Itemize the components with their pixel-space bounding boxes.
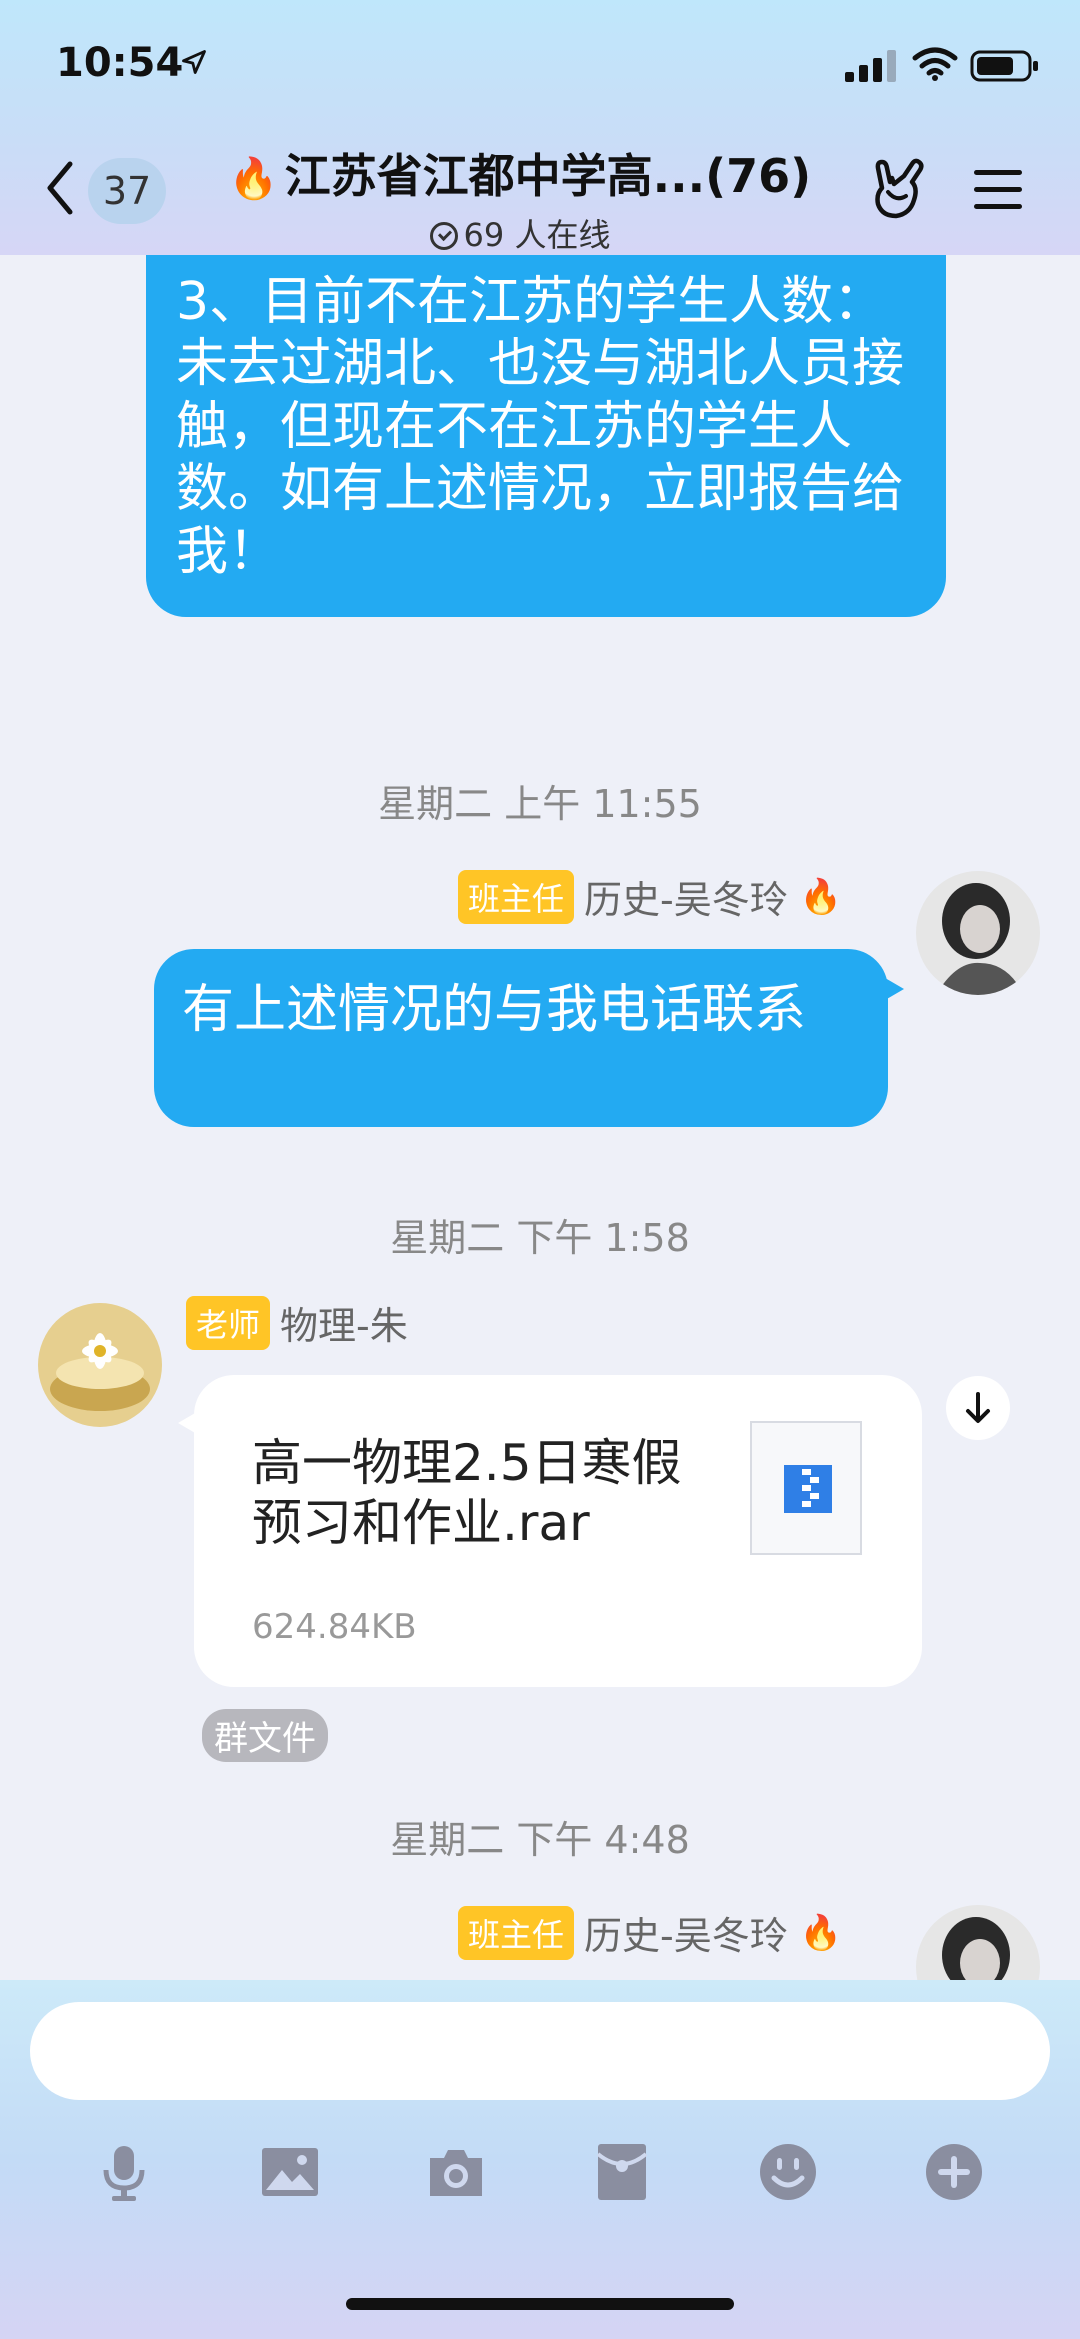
message-text-2: 有上述情况的与我电话联系 bbox=[182, 980, 807, 1040]
rar-file-icon bbox=[750, 1421, 862, 1555]
download-button[interactable] bbox=[946, 1376, 1010, 1440]
red-packet-icon[interactable] bbox=[590, 2140, 654, 2204]
timestamp-1: 星期二 上午 11:55 bbox=[378, 782, 702, 826]
avatar-zhu[interactable] bbox=[38, 1303, 162, 1427]
fire-icon: 🔥 bbox=[799, 1912, 843, 1953]
timestamp-3: 星期二 下午 4:48 bbox=[390, 1818, 690, 1862]
avatar-wu[interactable] bbox=[916, 871, 1040, 995]
file-message-card[interactable]: 高一物理2.5日寒假预习和作业.rar 624.84KB bbox=[178, 1375, 922, 1687]
input-bar bbox=[0, 1980, 1080, 2339]
role-tag-4: 班主任 bbox=[458, 1905, 575, 1960]
group-file-badge: 群文件 bbox=[202, 1709, 328, 1762]
message-bubble-2[interactable]: 有上述情况的与我电话联系 bbox=[154, 949, 904, 1127]
role-tag-2: 班主任 bbox=[458, 869, 575, 924]
signal-icon bbox=[845, 50, 896, 82]
location-arrow-icon bbox=[182, 50, 206, 74]
emoji-icon[interactable] bbox=[756, 2140, 820, 2204]
file-name: 高一物理2.5日寒假预习和作业.rar bbox=[252, 1434, 682, 1552]
online-count: 69 人在线 bbox=[200, 210, 840, 256]
online-count-text: 69 人在线 bbox=[463, 216, 611, 254]
sender-row-2: 班主任 历史-吴冬玲 🔥 bbox=[458, 869, 842, 924]
message-input[interactable] bbox=[30, 2002, 1050, 2100]
group-title-text: 江苏省江都中学高...(76) bbox=[284, 149, 812, 203]
sender-row-3: 老师 物理-朱 bbox=[186, 1295, 408, 1350]
avatar-wu-2[interactable] bbox=[916, 1905, 1040, 1980]
message-bubble-1[interactable]: 3、目前不在江苏的学生人数：未去过湖北、也没与湖北人员接触，但现在不在江苏的学生… bbox=[146, 255, 946, 617]
status-time: 10:54 bbox=[56, 40, 184, 86]
fire-icon: 🔥 bbox=[228, 156, 279, 202]
hand-gesture-icon[interactable] bbox=[868, 158, 928, 220]
unread-count-badge[interactable]: 37 bbox=[88, 158, 166, 224]
microphone-icon[interactable] bbox=[92, 2140, 156, 2204]
sender-name-3[interactable]: 物理-朱 bbox=[280, 1295, 408, 1350]
wifi-icon bbox=[912, 47, 958, 81]
image-icon[interactable] bbox=[258, 2140, 322, 2204]
sender-row-4: 班主任 历史-吴冬玲 🔥 bbox=[458, 1905, 842, 1960]
fire-icon: 🔥 bbox=[799, 876, 843, 917]
home-indicator[interactable] bbox=[346, 2298, 734, 2310]
sender-name-2[interactable]: 历史-吴冬玲 bbox=[584, 869, 788, 924]
plus-icon[interactable] bbox=[922, 2140, 986, 2204]
group-title: 🔥 江苏省江都中学高...(76) bbox=[200, 140, 840, 206]
online-check-icon bbox=[429, 222, 458, 250]
role-tag-3: 老师 bbox=[186, 1295, 271, 1350]
camera-icon[interactable] bbox=[424, 2140, 488, 2204]
menu-icon[interactable] bbox=[972, 166, 1024, 214]
timestamp-2: 星期二 下午 1:58 bbox=[390, 1216, 690, 1260]
chat-header[interactable]: 🔥 江苏省江都中学高...(76) 69 人在线 bbox=[200, 140, 840, 256]
message-text-1: 3、目前不在江苏的学生人数：未去过湖北、也没与湖北人员接触，但现在不在江苏的学生… bbox=[176, 272, 905, 582]
message-list[interactable]: 3、目前不在江苏的学生人数：未去过湖北、也没与湖北人员接触，但现在不在江苏的学生… bbox=[0, 255, 1080, 1980]
sender-name-4[interactable]: 历史-吴冬玲 bbox=[584, 1905, 788, 1960]
back-chevron-icon[interactable] bbox=[44, 160, 74, 216]
top-bar: 10:54 37 🔥 江苏省江都中学高...(76) 69 人在线 bbox=[0, 0, 1080, 255]
file-size: 624.84KB bbox=[252, 1607, 417, 1647]
battery-icon bbox=[970, 50, 1038, 82]
download-arrow-icon bbox=[966, 1392, 990, 1423]
